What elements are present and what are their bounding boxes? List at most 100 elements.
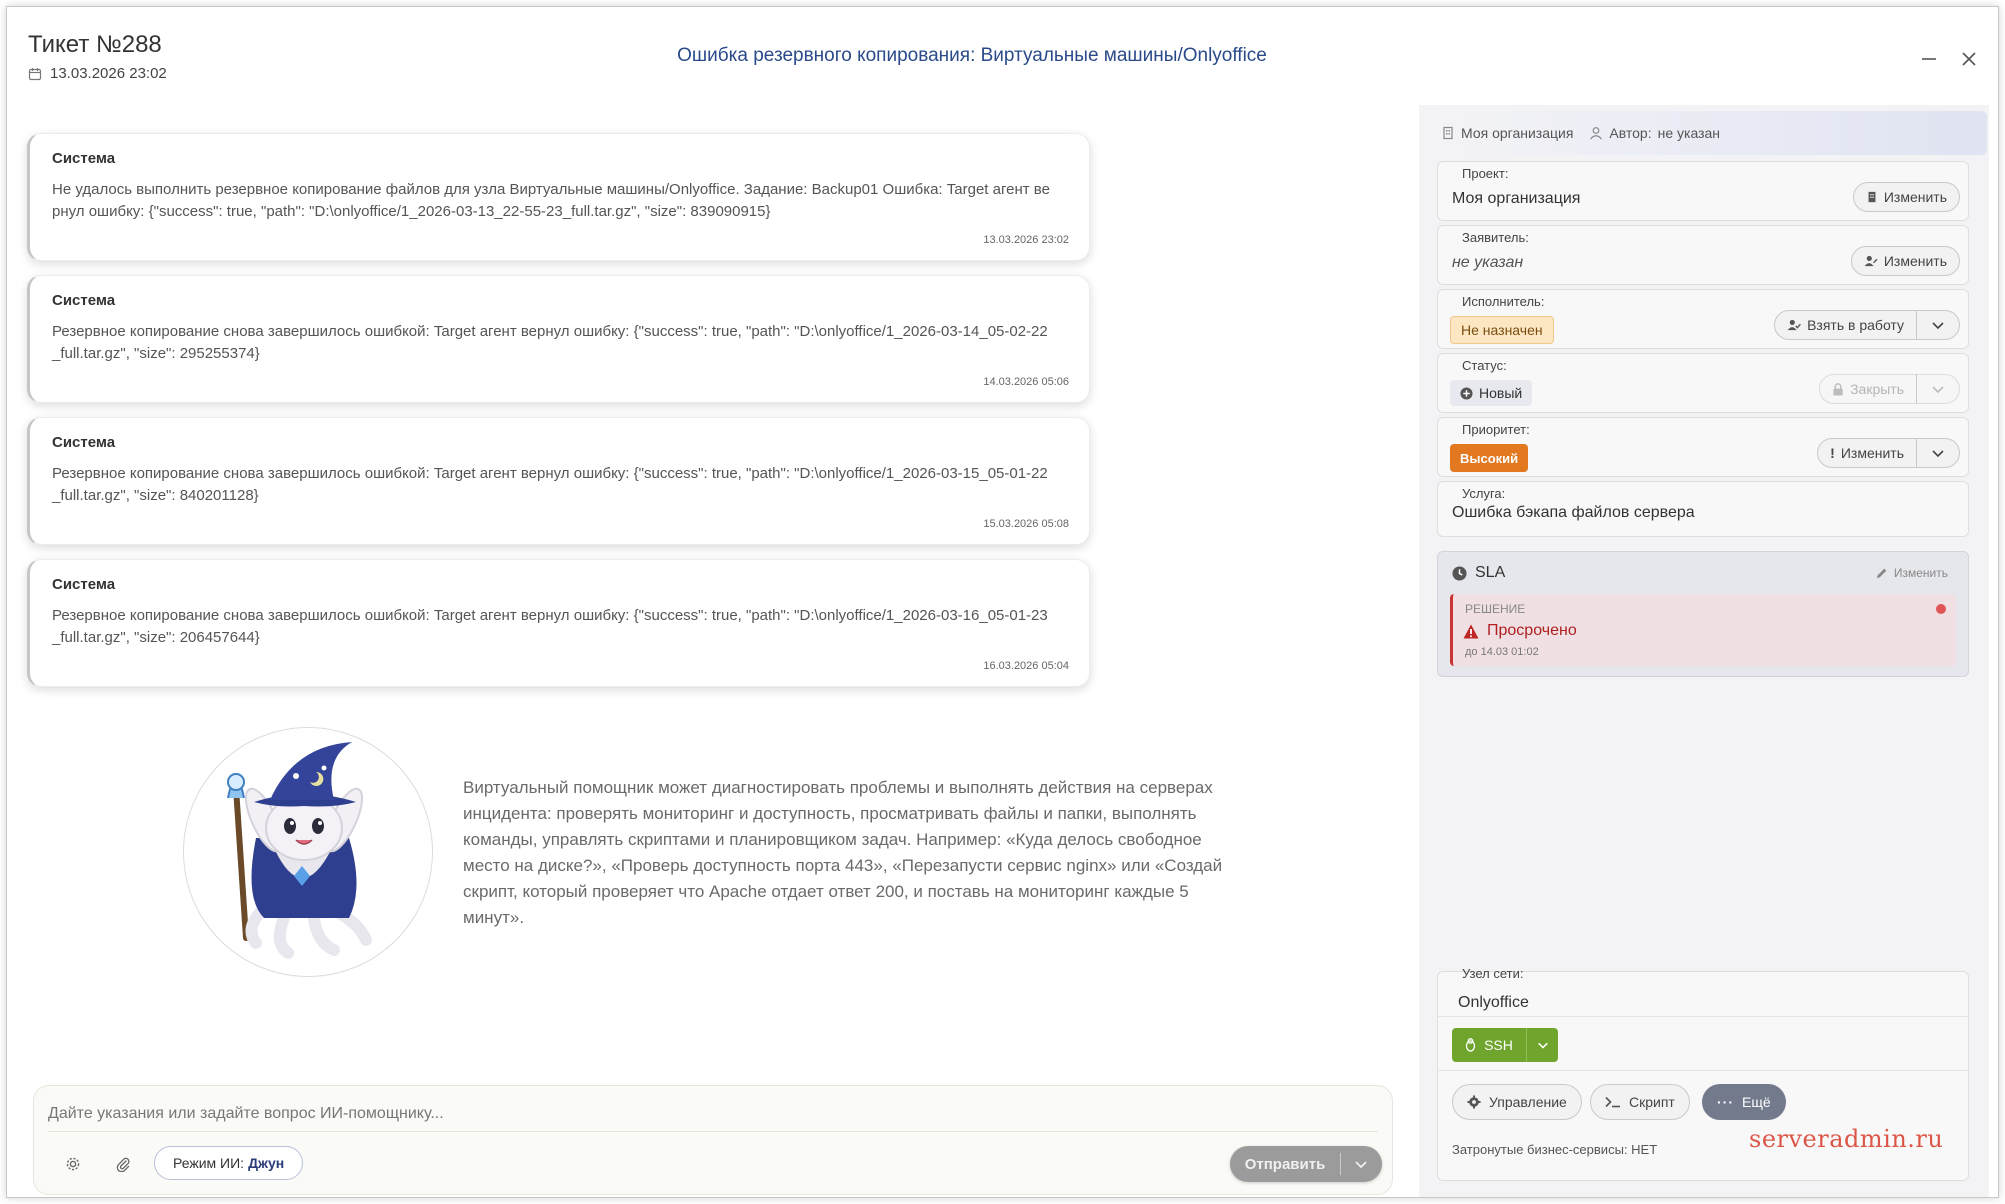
watermark-text: serveradmin.ru — [1749, 1125, 1944, 1153]
status-options-button[interactable] — [1917, 382, 1959, 396]
assignee-label: Исполнитель: — [1462, 294, 1545, 309]
take-to-work-button[interactable]: Взять в работу — [1774, 310, 1960, 340]
ticket-subject: Ошибка резервного копирования: Виртуальн… — [677, 45, 1267, 66]
divider — [1438, 1016, 1968, 1017]
sla-title: SLA — [1452, 564, 1505, 582]
manage-label: Управление — [1489, 1094, 1567, 1110]
service-value: Ошибка бэкапа файлов сервера — [1452, 504, 1695, 521]
close-ticket-label: Закрыть — [1850, 381, 1904, 397]
ai-mode-button[interactable]: Режим ИИ: Джун — [154, 1146, 304, 1180]
message-text: Не удалось выполнить резервное копирован… — [52, 181, 1050, 220]
more-dots-icon: ··· — [1717, 1094, 1734, 1110]
plus-circle-icon — [1460, 386, 1473, 400]
priority-badge: Высокий — [1450, 444, 1529, 472]
message-list: Система Не удалось выполнить резервное к… — [27, 133, 1095, 701]
sla-state-text: Просрочено — [1487, 622, 1577, 639]
status-label: Статус: — [1462, 358, 1507, 373]
user-check-icon — [1787, 319, 1802, 331]
message-author: Система — [52, 292, 116, 309]
user-edit-icon — [1864, 255, 1878, 267]
close-ticket-button[interactable]: Закрыть — [1819, 374, 1960, 404]
settings-button[interactable] — [58, 1149, 88, 1179]
assistant-avatar — [183, 727, 433, 977]
message-card: Система Резервное копирование снова заве… — [27, 417, 1090, 545]
ssh-label: SSH — [1484, 1037, 1513, 1053]
sla-block: SLA Изменить РЕШЕНИЕ Просрочено до 14.03… — [1437, 551, 1969, 677]
requester-value: не указан — [1452, 254, 1524, 271]
sla-edit-button[interactable]: Изменить — [1875, 566, 1948, 580]
project-label: Проект: — [1462, 166, 1509, 181]
warning-icon — [1463, 624, 1479, 638]
minimize-icon — [1922, 58, 1936, 60]
service-field: Услуга: Ошибка бэкапа файлов сервера — [1437, 481, 1969, 537]
message-time: 14.03.2026 05:06 — [983, 376, 1069, 388]
more-button[interactable]: ··· Ещё — [1702, 1084, 1786, 1120]
change-priority-button[interactable]: ! Изменить — [1817, 438, 1960, 468]
project-field: Проект: Моя организация Изменить — [1437, 161, 1969, 221]
requester-field: Заявитель: не указан Изменить — [1437, 225, 1969, 285]
manage-button[interactable]: Управление — [1452, 1084, 1582, 1120]
building-icon — [1443, 126, 1453, 140]
service-label: Услуга: — [1462, 486, 1506, 501]
gear-icon — [66, 1157, 80, 1171]
message-text: Резервное копирование снова завершилось … — [52, 607, 1048, 646]
chat-input[interactable] — [48, 1096, 1378, 1132]
node-label: Узел сети: — [1462, 966, 1524, 981]
user-icon — [1590, 127, 1603, 140]
exclamation-icon: ! — [1830, 445, 1835, 461]
sla-edit-label: Изменить — [1893, 566, 1948, 580]
script-label: Скрипт — [1629, 1094, 1675, 1110]
chevron-down-icon — [1355, 1161, 1367, 1169]
sla-kind: РЕШЕНИЕ — [1465, 602, 1526, 616]
panel-header: Моя организация Автор: не указан — [1423, 111, 1987, 155]
ticket-date-value: 13.03.2026 23:02 — [50, 65, 167, 82]
send-options-button[interactable] — [1341, 1157, 1381, 1171]
ssh-options-button[interactable] — [1527, 1039, 1558, 1051]
script-button[interactable]: Скрипт — [1590, 1084, 1690, 1120]
chevron-down-icon — [1537, 1042, 1548, 1049]
attach-button[interactable] — [108, 1149, 138, 1179]
organization-info: Моя организация — [1441, 125, 1573, 141]
more-label: Ещё — [1742, 1094, 1771, 1110]
change-requester-button[interactable]: Изменить — [1850, 246, 1960, 276]
sla-state: Просрочено — [1463, 622, 1577, 640]
message-card: Система Резервное копирование снова заве… — [27, 275, 1090, 403]
close-button[interactable] — [1955, 45, 1983, 73]
message-author: Система — [52, 576, 116, 593]
message-author: Система — [52, 150, 116, 167]
priority-options-button[interactable] — [1917, 446, 1959, 460]
close-icon — [1962, 52, 1976, 66]
clock-icon — [1452, 565, 1467, 581]
status-field: Статус: Новый Закрыть — [1437, 353, 1969, 413]
message-card: Система Не удалось выполнить резервное к… — [27, 133, 1090, 261]
chevron-down-icon — [1932, 450, 1944, 458]
change-project-label: Изменить — [1883, 189, 1947, 205]
sla-resolution-card: РЕШЕНИЕ Просрочено до 14.03 01:02 — [1450, 594, 1956, 666]
chat-composer: Режим ИИ: Джун Отправить — [33, 1085, 1393, 1195]
organization-name: Моя организация — [1461, 125, 1574, 141]
sla-due: до 14.03 01:02 — [1465, 646, 1539, 658]
message-time: 16.03.2026 05:04 — [983, 660, 1069, 672]
send-button[interactable]: Отправить — [1230, 1146, 1382, 1182]
change-project-button[interactable]: Изменить — [1852, 182, 1960, 212]
pencil-icon — [1876, 568, 1887, 578]
building-icon — [1868, 191, 1876, 203]
wizard-bunny-icon — [227, 742, 372, 959]
change-priority-label: Изменить — [1840, 445, 1904, 461]
lock-icon — [1833, 382, 1843, 396]
sla-title-text: SLA — [1475, 564, 1506, 581]
assignee-options-button[interactable] — [1917, 318, 1959, 332]
linux-icon — [1465, 1038, 1476, 1052]
divider — [1438, 1070, 1968, 1071]
chevron-down-icon — [1932, 322, 1944, 330]
send-label: Отправить — [1244, 1155, 1326, 1173]
ticket-date: 13.03.2026 23:02 — [28, 65, 167, 82]
author-value: не указан — [1657, 125, 1721, 141]
minimize-button[interactable] — [1915, 45, 1943, 73]
node-value: Onlyoffice — [1458, 994, 1529, 1011]
ssh-button[interactable]: SSH — [1452, 1028, 1558, 1062]
message-author: Система — [52, 434, 116, 451]
status-badge: Новый — [1450, 380, 1533, 406]
business-services: Затронутые бизнес-сервисы: НЕТ — [1452, 1142, 1658, 1157]
priority-field: Приоритет: Высокий ! Изменить — [1437, 417, 1969, 477]
